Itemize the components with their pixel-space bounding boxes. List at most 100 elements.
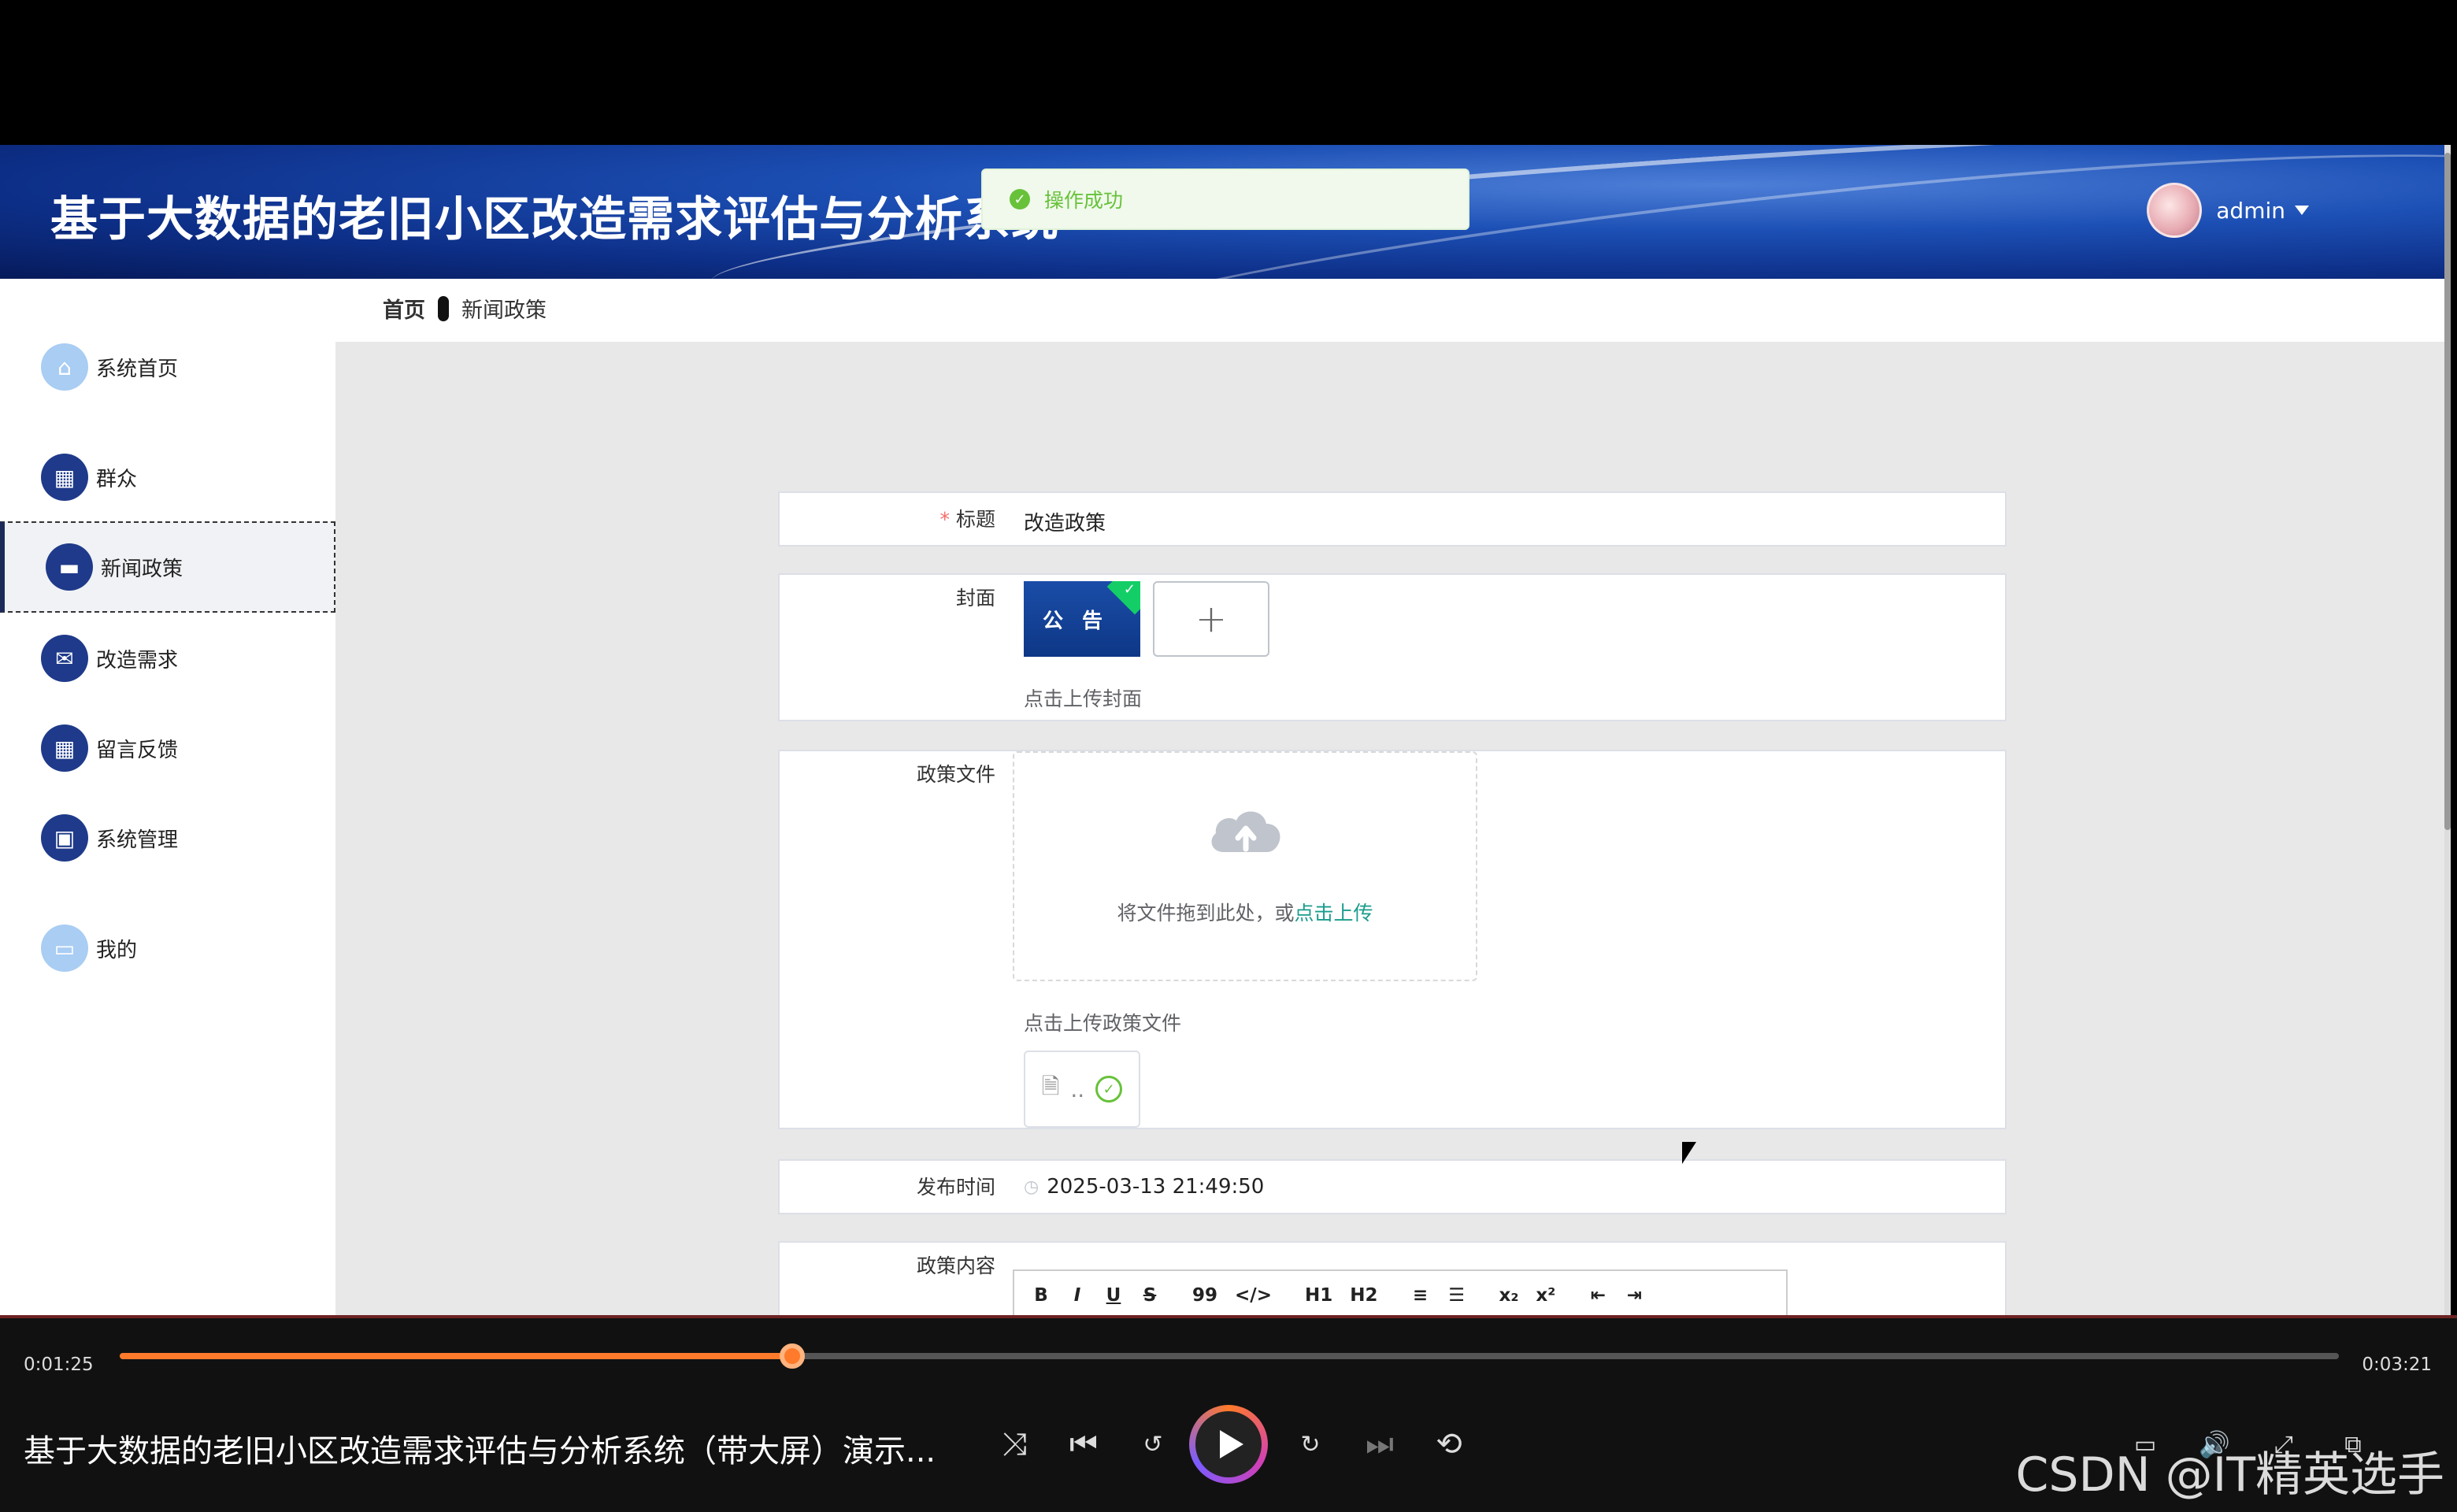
progress-fill: [120, 1353, 792, 1359]
video-player-controls: 0:01:25 0:03:21 基于大数据的老旧小区改造需求评估与分析系统（带大…: [0, 1315, 2457, 1512]
heading1-button[interactable]: H1: [1305, 1285, 1332, 1306]
mouse-cursor-icon: [1682, 1142, 1696, 1164]
play-button[interactable]: [1189, 1405, 1268, 1484]
indent-button[interactable]: ⇥: [1625, 1285, 1644, 1306]
publish-time-row: 发布时间 ◷ 2025-03-13 21:49:50: [778, 1159, 2007, 1214]
title-label: * 标题: [939, 508, 995, 531]
clock-icon: ◷: [1024, 1177, 1040, 1197]
dropzone-text: 将文件拖到此处，或点击上传: [1117, 902, 1373, 925]
title-input[interactable]: 改造政策: [1024, 507, 1106, 536]
sidebar-item-renovation-demand[interactable]: ✉ 改造需求: [0, 613, 335, 704]
previous-icon[interactable]: ⏮: [1062, 1422, 1106, 1466]
cover-image[interactable]: 公告 ✓: [1024, 581, 1140, 657]
subscript-button[interactable]: x₂: [1499, 1285, 1519, 1306]
file-dropzone[interactable]: 将文件拖到此处，或点击上传: [1013, 751, 1477, 981]
play-icon: [1220, 1430, 1243, 1458]
policy-content-row: 政策内容 B I U S 99 </> H1 H2 ≡ ☰ x₂ x² ⇤ ⇥: [778, 1241, 2007, 1315]
success-toast: ✓ 操作成功: [981, 169, 1469, 230]
cloud-upload-icon: [1211, 811, 1280, 852]
sidebar-item-system-management[interactable]: ▣ 系统管理: [0, 792, 335, 884]
superscript-button[interactable]: x²: [1536, 1285, 1555, 1306]
total-time: 0:03:21: [2362, 1354, 2432, 1375]
heading2-button[interactable]: H2: [1350, 1285, 1377, 1306]
document-icon: 🗎: [1041, 1073, 1060, 1099]
file-name: ..: [1070, 1076, 1085, 1102]
sidebar-item-label: 群众: [96, 467, 138, 491]
bold-button[interactable]: B: [1032, 1285, 1051, 1306]
italic-button[interactable]: I: [1068, 1285, 1087, 1306]
sidebar-item-news-policy[interactable]: ▬ 新闻政策: [0, 521, 335, 613]
card-icon: ▭: [41, 925, 88, 972]
ordered-list-button[interactable]: ≡: [1411, 1285, 1430, 1306]
home-icon: ⌂: [41, 343, 88, 391]
apps-icon: ▦: [41, 724, 88, 772]
chevron-down-icon[interactable]: [2295, 206, 2309, 215]
policy-file-hint: 点击上传政策文件: [1024, 1012, 1182, 1035]
grid-icon: ▦: [41, 454, 88, 501]
sidebar-item-residents[interactable]: ▦ 群众: [0, 432, 335, 523]
avatar[interactable]: [2147, 183, 2203, 238]
policy-file-row: 政策文件 将文件拖到此处，或点击上传 点击上传政策文件 🗎 .. ✓: [778, 750, 2007, 1129]
upload-link[interactable]: 点击上传: [1295, 902, 1373, 925]
app-window: 基于大数据的老旧小区改造需求评估与分析系统 admin ✓ 操作成功 ⌂ 系统首…: [0, 145, 2451, 1315]
sidebar-item-label: 留言反馈: [96, 738, 179, 762]
divider: [0, 1315, 2457, 1318]
sidebar: ⌂ 系统首页 ▦ 群众 ▬ 新闻政策 ✉ 改造需求 ▦ 留言反馈 ▣ 系统管理: [0, 279, 335, 1315]
toast-message: 操作成功: [1044, 189, 1124, 212]
sidebar-item-label: 我的: [96, 938, 138, 962]
breadcrumb-separator: [438, 295, 449, 321]
rewind-10-icon[interactable]: ↺: [1131, 1422, 1175, 1466]
screen: 基于大数据的老旧小区改造需求评估与分析系统 admin ✓ 操作成功 ⌂ 系统首…: [0, 0, 2457, 1512]
check-circle-icon: ✓: [1010, 189, 1030, 209]
repeat-off-icon[interactable]: ⟲: [1427, 1422, 1471, 1466]
policy-content-label: 政策内容: [916, 1254, 995, 1277]
title-row: * 标题 改造政策: [778, 491, 2007, 547]
briefcase-icon: ▣: [41, 814, 88, 862]
underline-button[interactable]: U: [1104, 1285, 1123, 1306]
policy-file-label: 政策文件: [916, 763, 995, 786]
cover-thumb-text: 公告: [1042, 609, 1121, 633]
progress-bar[interactable]: [120, 1343, 2339, 1369]
breadcrumb-current: 新闻政策: [461, 298, 547, 323]
check-circle-icon: ✓: [1095, 1076, 1123, 1102]
sidebar-item-home[interactable]: ⌂ 系统首页: [0, 321, 335, 413]
breadcrumb-home[interactable]: 首页: [383, 293, 425, 324]
uploaded-file[interactable]: 🗎 .. ✓: [1024, 1051, 1140, 1128]
forward-30-icon[interactable]: ↻: [1288, 1422, 1332, 1466]
sidebar-item-label: 系统管理: [96, 828, 179, 852]
ticket-icon: ✉: [41, 635, 88, 682]
sidebar-item-label: 新闻政策: [101, 557, 183, 581]
cover-label: 封面: [955, 587, 995, 610]
app-header: 基于大数据的老旧小区改造需求评估与分析系统 admin ✓ 操作成功: [0, 145, 2451, 279]
scrollbar-thumb[interactable]: [2444, 153, 2451, 830]
page-scrollbar[interactable]: [2444, 145, 2451, 1315]
add-cover-button[interactable]: +: [1153, 581, 1269, 657]
breadcrumb: 首页 新闻政策: [383, 293, 547, 324]
watermark: CSDN @IT精英选手: [2015, 1447, 2444, 1503]
sidebar-item-label: 系统首页: [96, 357, 179, 381]
check-icon: ✓: [1123, 581, 1136, 598]
sidebar-item-mine[interactable]: ▭ 我的: [0, 902, 335, 994]
bullet-list-button[interactable]: ☰: [1447, 1285, 1466, 1306]
sidebar-item-label: 改造需求: [96, 648, 179, 673]
chat-icon: ▬: [46, 543, 93, 591]
video-title: 基于大数据的老旧小区改造需求评估与分析系统（带大屏）演示...: [24, 1433, 936, 1469]
shuffle-icon[interactable]: ⤨: [992, 1422, 1036, 1466]
rich-text-toolbar: B I U S 99 </> H1 H2 ≡ ☰ x₂ x² ⇤ ⇥: [1013, 1269, 1788, 1315]
user-menu[interactable]: admin: [2147, 183, 2309, 238]
publish-time-value: 2025-03-13 21:49:50: [1047, 1175, 1265, 1199]
progress-handle[interactable]: [779, 1343, 805, 1369]
code-button[interactable]: </>: [1235, 1285, 1272, 1306]
publish-time-label: 发布时间: [916, 1176, 995, 1199]
publish-time-input[interactable]: ◷ 2025-03-13 21:49:50: [1024, 1175, 1264, 1199]
next-icon[interactable]: ⏭: [1358, 1422, 1402, 1466]
cover-hint: 点击上传封面: [1024, 687, 1143, 710]
user-name[interactable]: admin: [2216, 198, 2285, 224]
strikethrough-button[interactable]: S: [1140, 1285, 1159, 1306]
app-title: 基于大数据的老旧小区改造需求评估与分析系统: [50, 192, 1059, 247]
sidebar-item-feedback[interactable]: ▦ 留言反馈: [0, 702, 335, 794]
cover-row: 封面 公告 ✓ + 点击上传封面: [778, 573, 2007, 721]
current-time: 0:01:25: [24, 1354, 94, 1375]
outdent-button[interactable]: ⇤: [1588, 1285, 1607, 1306]
quote-button[interactable]: 99: [1192, 1285, 1217, 1306]
